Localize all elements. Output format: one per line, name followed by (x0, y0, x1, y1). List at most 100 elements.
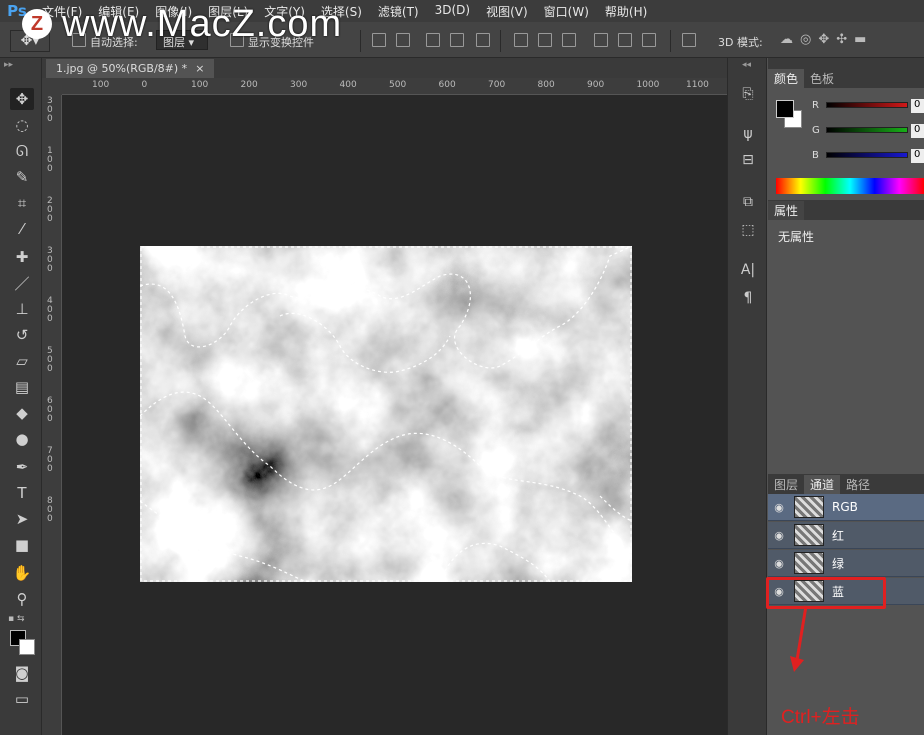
blur-tool-icon[interactable]: ◆ (10, 402, 34, 424)
distribute-bottom-icon[interactable] (562, 33, 576, 47)
channel-thumbnail[interactable] (794, 524, 824, 546)
close-tab-icon[interactable]: × (195, 62, 204, 75)
channel-name: 红 (832, 528, 845, 543)
ruler-label: 1100 (686, 80, 709, 90)
auto-align-icon[interactable] (682, 33, 696, 47)
menu-item[interactable]: 视图(V) (478, 3, 536, 20)
marquee-tool-icon[interactable]: ◌ (10, 114, 34, 136)
menu-item[interactable]: 帮助(H) (597, 3, 655, 20)
character-panel-icon[interactable]: A| (738, 260, 758, 280)
ruler-label: 700 (488, 80, 506, 90)
color-channel-value[interactable]: 0 (911, 124, 924, 138)
ruler-label: 800 (537, 80, 555, 90)
visibility-eye-icon[interactable]: ◉ (768, 557, 790, 570)
color-channel-value[interactable]: 0 (911, 99, 924, 113)
quick-mask-icon[interactable]: ◙ (10, 662, 34, 684)
brush-tool-icon[interactable]: ／ (10, 272, 34, 294)
tab-channels[interactable]: 通道 (804, 475, 841, 494)
distribute-vcenter-icon[interactable] (538, 33, 552, 47)
history-panel-icon[interactable]: ⎘ (738, 84, 758, 104)
clouds-image (140, 246, 632, 582)
pen-tool-icon[interactable]: ✒ (10, 456, 34, 478)
tools-panel: ▸▸ ✥ ◌ ᘏ ✎ ⌗ ⁄ ✚ ／ ⊥ ↺ ▱ ▤ ◆ ● ✒ T ➤ ■ ✋… (0, 58, 42, 735)
color-channel-value[interactable]: 0 (911, 149, 924, 163)
path-select-tool-icon[interactable]: ➤ (10, 508, 34, 530)
ruler-label: 100 (191, 80, 209, 90)
channel-thumbnail[interactable] (794, 552, 824, 574)
history-brush-tool-icon[interactable]: ↺ (10, 324, 34, 346)
lasso-tool-icon[interactable]: ᘏ (10, 140, 34, 162)
watermark: Z www.MacZ.com (22, 4, 342, 44)
align-left-icon[interactable] (450, 33, 464, 47)
tab-properties[interactable]: 属性 (768, 201, 805, 220)
tool-presets-icon[interactable]: ⬚ (738, 220, 758, 240)
ruler-label: 800 (47, 496, 53, 524)
align-top-icon[interactable] (372, 33, 386, 47)
distribute-left-icon[interactable] (594, 33, 608, 47)
ruler-label: 400 (339, 80, 357, 90)
annotation-text: Ctrl+左击 (781, 707, 860, 728)
document-image[interactable] (140, 246, 632, 582)
visibility-eye-icon[interactable]: ◉ (768, 529, 790, 542)
horizontal-ruler: 100 0 100 200 300 400 500 600 700 800 900 1000 1100 (62, 78, 727, 95)
screen-mode-icon[interactable]: ▭ (10, 688, 34, 710)
align-bottom-icon[interactable] (426, 33, 440, 47)
hand-tool-icon[interactable]: ✋ (10, 562, 34, 584)
type-tool-icon[interactable]: T (10, 482, 34, 504)
ruler-corner (42, 78, 62, 95)
ruler-label: 300 (47, 246, 53, 274)
background-color-swatch[interactable] (19, 639, 35, 655)
color-channel-slider[interactable] (826, 102, 908, 108)
menu-item[interactable]: 3D(D) (427, 3, 478, 20)
align-hcenter-icon[interactable] (476, 33, 490, 47)
channel-thumbnail[interactable] (794, 496, 824, 518)
eraser-tool-icon[interactable]: ▱ (10, 350, 34, 372)
menu-item[interactable]: 窗口(W) (536, 3, 597, 20)
watermark-logo: Z (22, 9, 52, 39)
healing-brush-tool-icon[interactable]: ✚ (10, 246, 34, 268)
color-spectrum[interactable] (776, 178, 924, 194)
swap-colors-icon[interactable]: ▪ ⇆ (8, 614, 25, 624)
tab-color[interactable]: 颜色 (768, 69, 805, 88)
ruler-label: 100 (92, 80, 110, 90)
shape-tool-icon[interactable]: ■ (10, 534, 34, 556)
distribute-top-icon[interactable] (514, 33, 528, 47)
visibility-eye-icon[interactable]: ◉ (768, 501, 790, 514)
panel-collapse-icon[interactable]: ▸▸ (4, 60, 13, 70)
menu-item[interactable]: 滤镜(T) (370, 3, 427, 20)
clone-stamp-tool-icon[interactable]: ⊥ (10, 298, 34, 320)
color-channel-label: R (812, 100, 819, 111)
canvas-area[interactable] (62, 95, 727, 735)
channel-row[interactable]: ◉ RGB (768, 494, 924, 521)
dodge-tool-icon[interactable]: ● (10, 428, 34, 450)
color-channel-label: G (812, 125, 820, 136)
dock-collapse-icon[interactable]: ◂◂ (742, 60, 751, 70)
fg-color-chip[interactable] (776, 100, 794, 118)
channel-name: 绿 (832, 556, 845, 571)
color-channel-slider[interactable] (826, 152, 908, 158)
brush-panel-icon[interactable]: ψ (738, 124, 758, 144)
distribute-hcenter-icon[interactable] (618, 33, 632, 47)
ruler-label: 500 (47, 346, 53, 374)
tab-swatches[interactable]: 色板 (804, 69, 840, 88)
gradient-tool-icon[interactable]: ▤ (10, 376, 34, 398)
move-tool-icon[interactable]: ✥ (10, 88, 34, 110)
crop-tool-icon[interactable]: ⌗ (10, 192, 34, 214)
eyedropper-tool-icon[interactable]: ⁄ (10, 218, 34, 240)
brush-presets-icon[interactable]: ⊟ (738, 150, 758, 170)
properties-empty-text: 无属性 (778, 230, 815, 244)
channel-row[interactable]: ◉ 红 (768, 522, 924, 549)
tab-paths[interactable]: 路径 (840, 475, 876, 494)
quick-select-tool-icon[interactable]: ✎ (10, 166, 34, 188)
align-vcenter-icon[interactable] (396, 33, 410, 47)
color-channel-slider[interactable] (826, 127, 908, 133)
clone-source-icon[interactable]: ⧉ (738, 192, 758, 212)
channel-row[interactable]: ◉ 绿 (768, 550, 924, 577)
tab-layers[interactable]: 图层 (768, 475, 804, 494)
3d-mode-icons[interactable]: ☁◎✥✣▬ (780, 32, 873, 47)
zoom-tool-icon[interactable]: ⚲ (10, 588, 34, 610)
distribute-right-icon[interactable] (642, 33, 656, 47)
document-tab[interactable]: 1.jpg @ 50%(RGB/8#) * × (46, 59, 215, 78)
paragraph-panel-icon[interactable]: ¶ (738, 288, 758, 308)
ruler-label: 500 (389, 80, 407, 90)
